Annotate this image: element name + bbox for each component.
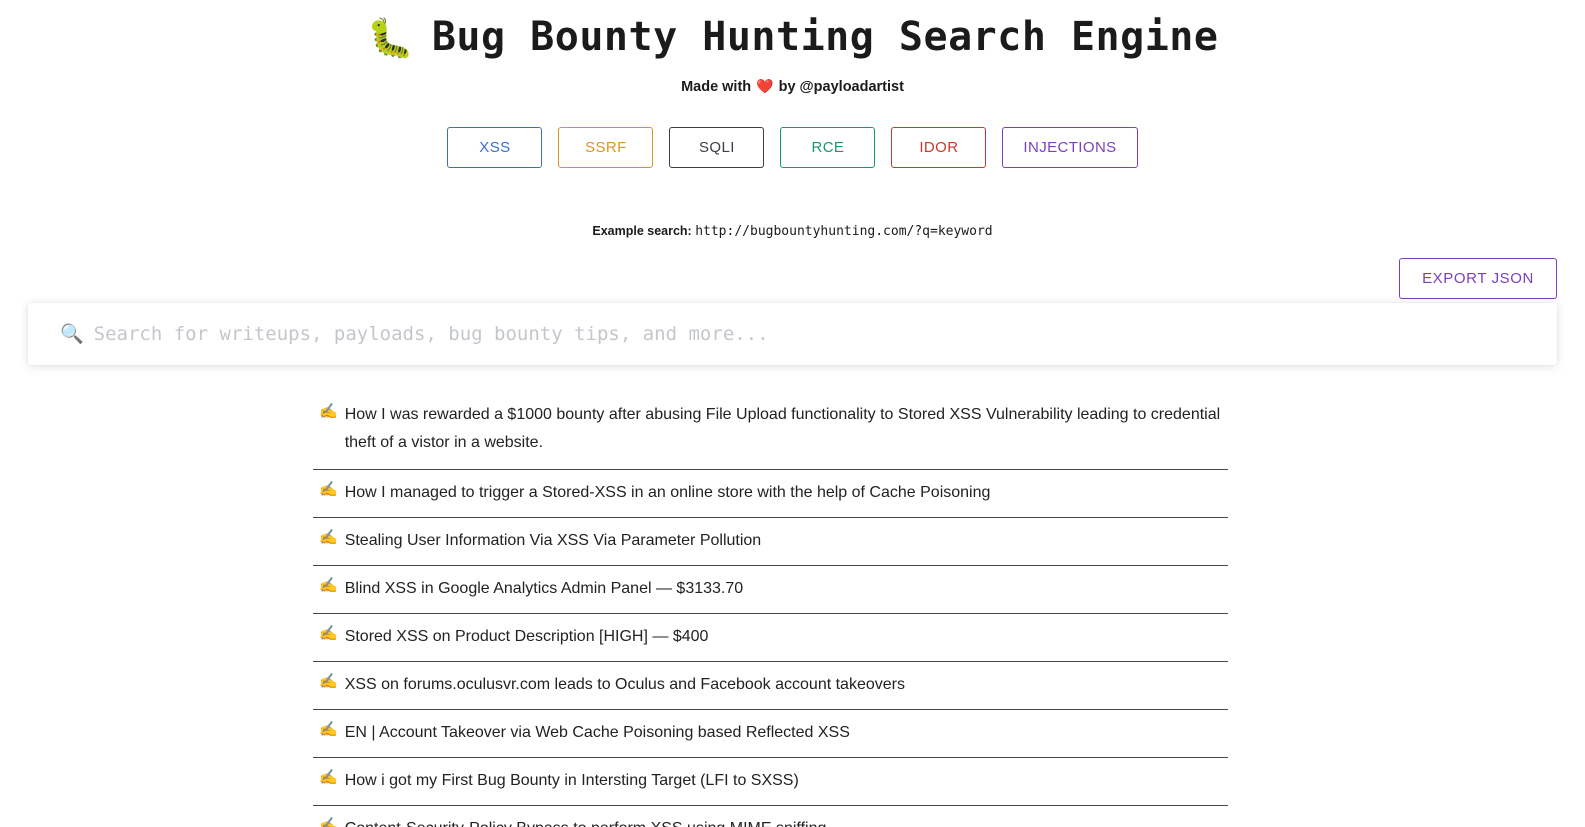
writing-hand-icon: ✍️ <box>319 769 338 786</box>
writing-hand-icon: ✍️ <box>319 577 338 594</box>
result-row[interactable]: ✍️ Content-Security-Policy Bypass to perf… <box>313 806 1228 827</box>
result-row[interactable]: ✍️ How I was rewarded a $1000 bounty afte… <box>313 392 1228 470</box>
result-title: Stealing User Information Via XSS Via Pa… <box>344 532 762 549</box>
result-title: XSS on forums.oculusvr.com leads to Ocul… <box>344 676 905 693</box>
result-row[interactable]: ✍️ How I managed to trigger a Stored-XSS … <box>313 470 1228 518</box>
page-title: Bug Bounty Hunting Search Engine <box>431 14 1219 60</box>
category-button-sqli[interactable]: SQLI <box>669 127 765 168</box>
bug-icon: 🐛 <box>366 18 414 60</box>
heart-icon: ❤️ <box>756 78 774 94</box>
export-json-wrap: EXPORT JSON <box>1399 258 1557 299</box>
result-row[interactable]: ✍️ Stealing User Information Via XSS Via … <box>313 518 1228 566</box>
title-row: 🐛 Bug Bounty Hunting Search Engine <box>0 14 1585 60</box>
example-search-hint: Example search: http://bugbountyhunting.… <box>0 224 1585 239</box>
result-title: Blind XSS in Google Analytics Admin Pane… <box>344 580 744 597</box>
category-button-ssrf[interactable]: SSRF <box>558 127 654 168</box>
category-button-idor[interactable]: IDOR <box>891 127 987 168</box>
search-results-list: ✍️ How I was rewarded a $1000 bounty afte… <box>313 392 1228 827</box>
result-row[interactable]: ✍️ EN | Account Takeover via Web Cache Po… <box>313 710 1228 758</box>
app-page: 🐛 Bug Bounty Hunting Search Engine Made … <box>0 0 1585 827</box>
example-search-label: Example search: <box>592 224 692 238</box>
result-row[interactable]: ✍️ How i got my First Bug Bounty in Inter… <box>313 758 1228 806</box>
credit-prefix: Made with <box>681 78 752 95</box>
writing-hand-icon: ✍️ <box>319 403 338 420</box>
writing-hand-icon: ✍️ <box>319 817 338 827</box>
page-header: 🐛 Bug Bounty Hunting Search Engine Made … <box>0 0 1585 95</box>
result-title: How I managed to trigger a Stored-XSS in… <box>344 484 991 501</box>
search-icon: 🔍 <box>60 323 84 345</box>
example-search-url: http://bugbountyhunting.com/?q=keyword <box>695 224 993 239</box>
category-button-xss[interactable]: XSS <box>447 127 543 168</box>
credit-suffix: by @payloadartist <box>778 78 904 95</box>
result-row[interactable]: ✍️ Stored XSS on Product Description [HIG… <box>313 614 1228 662</box>
category-button-injections[interactable]: INJECTIONS <box>1002 127 1138 168</box>
result-title: How i got my First Bug Bounty in Interst… <box>344 772 799 789</box>
writing-hand-icon: ✍️ <box>319 529 338 546</box>
search-input[interactable] <box>93 303 1557 365</box>
search-bar[interactable]: 🔍 <box>28 303 1557 365</box>
credit-line: Made with ❤️ by @payloadartist <box>0 78 1585 95</box>
writing-hand-icon: ✍️ <box>319 673 338 690</box>
result-title: Content-Security-Policy Bypass to perfor… <box>345 815 827 827</box>
result-title: EN | Account Takeover via Web Cache Pois… <box>344 724 850 741</box>
category-button-rce[interactable]: RCE <box>780 127 876 168</box>
writing-hand-icon: ✍️ <box>319 625 338 642</box>
writing-hand-icon: ✍️ <box>319 481 338 498</box>
result-row[interactable]: ✍️ XSS on forums.oculusvr.com leads to Oc… <box>313 662 1228 710</box>
writing-hand-icon: ✍️ <box>319 721 338 738</box>
result-title: Stored XSS on Product Description [HIGH]… <box>344 628 709 645</box>
result-title: How I was rewarded a $1000 bounty after … <box>344 406 1221 451</box>
category-filter-bar: XSS SSRF SQLI RCE IDOR INJECTIONS <box>0 127 1585 168</box>
export-json-button[interactable]: EXPORT JSON <box>1399 258 1557 299</box>
result-row[interactable]: ✍️ Blind XSS in Google Analytics Admin Pa… <box>313 566 1228 614</box>
